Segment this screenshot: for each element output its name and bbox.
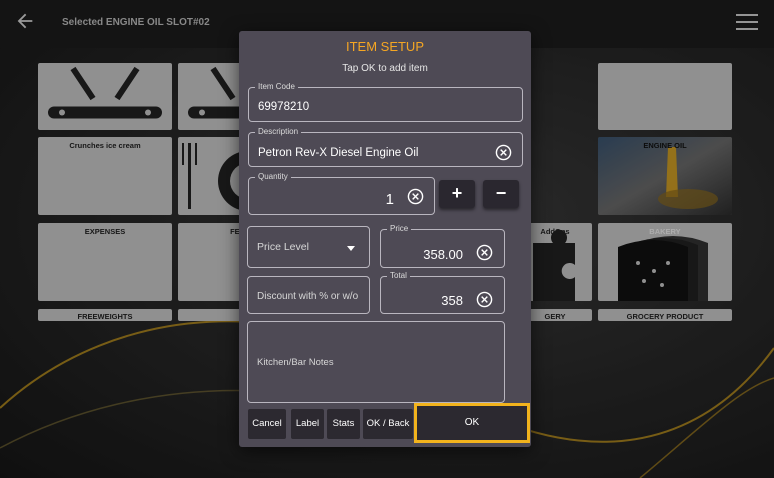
total-field[interactable]: Total 358: [380, 271, 505, 314]
item-setup-dialog: ITEM SETUP Tap OK to add item Item Code …: [239, 31, 531, 447]
discount-field[interactable]: Discount with % or w/o: [247, 276, 370, 314]
discount-placeholder: Discount with % or w/o: [257, 291, 359, 302]
ok-back-button[interactable]: OK / Back: [363, 409, 413, 439]
price-value: 358.00: [423, 247, 463, 262]
decrease-quantity-button[interactable]: −: [483, 180, 519, 208]
dialog-title: ITEM SETUP: [345, 39, 424, 54]
clear-icon[interactable]: [407, 188, 424, 205]
quantity-field[interactable]: Quantity 1: [248, 172, 435, 215]
quantity-value: 1: [385, 191, 394, 208]
clear-icon[interactable]: [495, 144, 512, 161]
clear-icon[interactable]: [476, 244, 493, 261]
ok-button[interactable]: OK: [414, 403, 530, 443]
item-code-field[interactable]: Item Code 69978210: [248, 82, 523, 122]
increase-quantity-button[interactable]: +: [439, 180, 475, 208]
description-field[interactable]: Description Petron Rev-X Diesel Engine O…: [248, 127, 523, 167]
price-level-label: Price Level: [257, 241, 309, 253]
description-value: Petron Rev-X Diesel Engine Oil: [258, 147, 419, 159]
cancel-button[interactable]: Cancel: [248, 409, 286, 439]
price-field[interactable]: Price 358.00: [380, 224, 505, 268]
notes-field[interactable]: Kitchen/Bar Notes: [247, 321, 505, 403]
price-level-dropdown[interactable]: Price Level: [247, 226, 370, 268]
chevron-down-icon: [347, 246, 355, 251]
item-code-value: 69978210: [258, 101, 310, 113]
stats-button[interactable]: Stats: [327, 409, 360, 439]
notes-placeholder: Kitchen/Bar Notes: [257, 357, 334, 368]
dialog-subtitle: Tap OK to add item: [342, 63, 428, 74]
clear-icon[interactable]: [476, 291, 493, 308]
total-value: 358: [441, 293, 463, 308]
label-button[interactable]: Label: [291, 409, 324, 439]
